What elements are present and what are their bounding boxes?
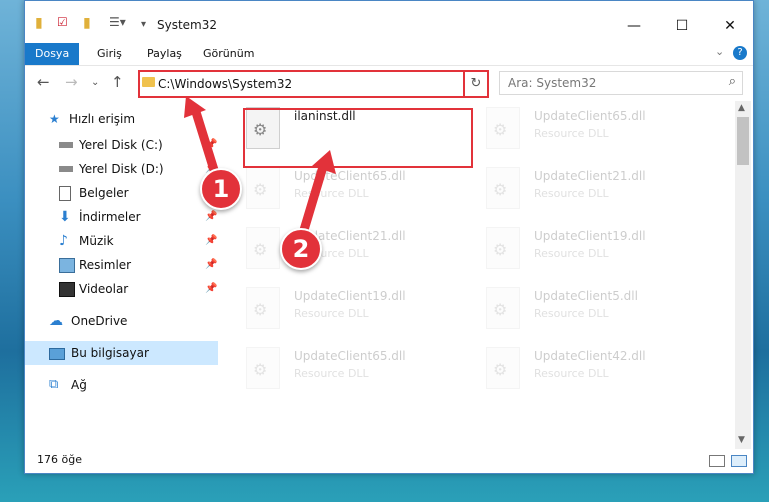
annotation-arrows (184, 96, 336, 235)
step-2-badge: 2 (280, 228, 322, 270)
arrow-1 (191, 107, 219, 175)
arrow-2 (299, 165, 327, 235)
step-1-badge: 1 (200, 168, 242, 210)
